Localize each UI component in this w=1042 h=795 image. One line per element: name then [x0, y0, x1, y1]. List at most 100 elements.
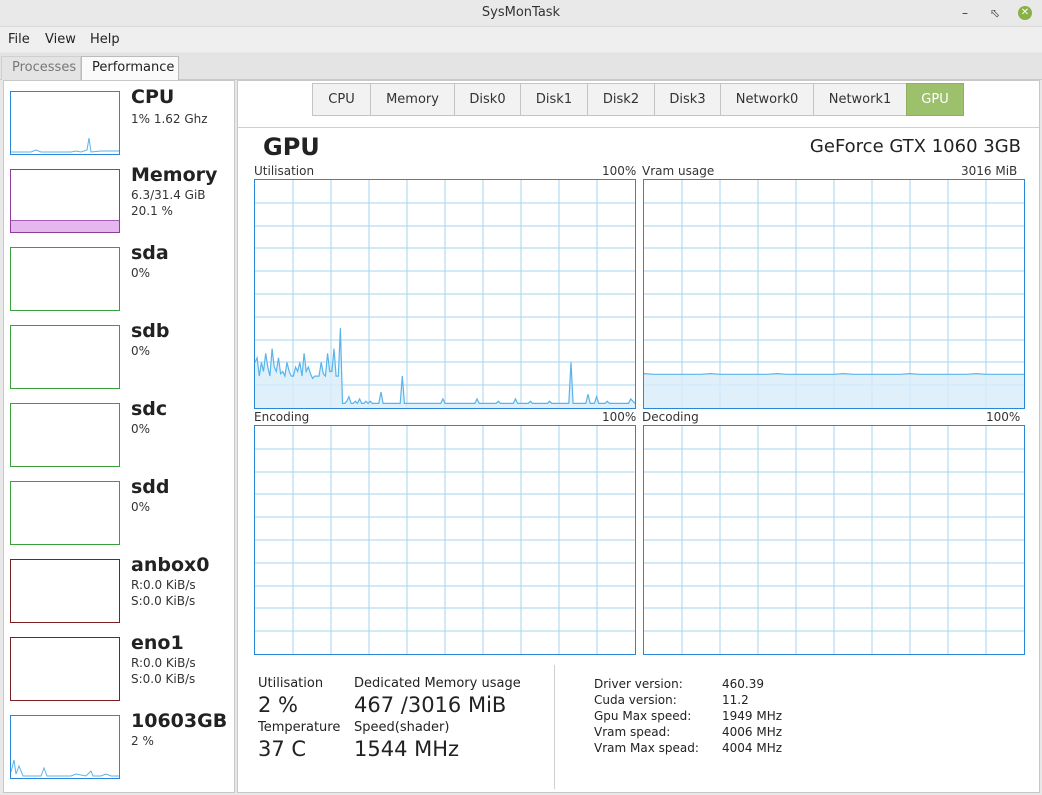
eno1-mini-graph: [10, 637, 120, 701]
vram-speed-label: Vram spead:: [594, 725, 671, 739]
utilisation-stat-label: Utilisation: [258, 676, 324, 691]
minimize-icon[interactable]: –: [954, 2, 976, 24]
vram-graph-max: 3016 MiB: [961, 164, 1018, 178]
utilisation-grid: [255, 180, 635, 408]
tab-gpu[interactable]: GPU: [906, 83, 964, 116]
sdc-usage: 0%: [131, 422, 151, 436]
close-button[interactable]: ✕: [1013, 2, 1035, 24]
dedicated-memory-label: Dedicated Memory usage: [354, 676, 521, 691]
menu-bar: File View Help: [0, 27, 1042, 52]
memory-usage-fill: [11, 220, 119, 232]
sidebar-item-eno1[interactable]: eno1 R:0.0 KiB/s S:0.0 KiB/s: [10, 629, 232, 701]
tab-cpu[interactable]: CPU: [312, 83, 370, 116]
driver-version-value: 460.39: [722, 677, 764, 691]
sidebar-item-sdd[interactable]: sdd 0%: [10, 473, 232, 545]
gpu-sidebar-name: 10603GB: [131, 710, 228, 732]
tab-disk3[interactable]: Disk3: [654, 83, 720, 116]
title-bar: SysMonTask – ⬁ ✕: [0, 0, 1042, 27]
gpu-max-speed-value: 1949 MHz: [722, 709, 783, 723]
decoding-graph: [643, 425, 1025, 655]
tab-disk2[interactable]: Disk2: [587, 83, 654, 116]
encoding-graph: [254, 425, 636, 655]
sda-usage: 0%: [131, 266, 151, 280]
sdc-mini-graph: [10, 403, 120, 467]
menu-help[interactable]: Help: [90, 32, 120, 47]
decoding-graph-label: Decoding: [642, 410, 699, 424]
vram-usage-graph: [643, 179, 1025, 409]
gpu-title: GPU: [263, 133, 320, 161]
device-tabs: CPU Memory Disk0 Disk1 Disk2 Disk3 Netwo…: [312, 83, 964, 116]
memory-amount: 6.3/31.4 GiB: [131, 188, 206, 202]
sidebar-item-sdb[interactable]: sdb 0%: [10, 317, 232, 389]
utilisation-graph-max: 100%: [602, 164, 637, 178]
tab-memory[interactable]: Memory: [370, 83, 454, 116]
sidebar-item-anbox0[interactable]: anbox0 R:0.0 KiB/s S:0.0 KiB/s: [10, 551, 232, 623]
tab-network1[interactable]: Network1: [813, 83, 906, 116]
sdb-usage: 0%: [131, 344, 151, 358]
sidebar-item-sdc[interactable]: sdc 0%: [10, 395, 232, 467]
device-sidebar: CPU 1% 1.62 Ghz Memory 6.3/31.4 GiB 20.1…: [3, 80, 235, 793]
shader-speed-value: 1544 MHz: [354, 737, 460, 761]
gpu-mini-graph-line: [10, 759, 119, 777]
anbox0-mini-graph: [10, 559, 120, 623]
sdb-mini-graph: [10, 325, 120, 389]
performance-panel: CPU Memory Disk0 Disk1 Disk2 Disk3 Netwo…: [237, 80, 1040, 793]
vram-trace-fill: [644, 373, 1024, 408]
dedicated-memory-value: 467 /3016 MiB: [354, 693, 507, 717]
sidebar-item-memory[interactable]: Memory 6.3/31.4 GiB 20.1 %: [10, 161, 232, 233]
sda-mini-graph: [10, 247, 120, 311]
decoding-graph-max: 100%: [986, 410, 1021, 424]
sda-name: sda: [131, 242, 169, 264]
tab-disk1[interactable]: Disk1: [520, 83, 587, 116]
tab-processes[interactable]: Processes: [1, 56, 81, 80]
memory-mini-graph: [10, 169, 120, 233]
cuda-version-label: Cuda version:: [594, 693, 677, 707]
close-icon[interactable]: ✕: [1018, 6, 1032, 20]
eno1-receive: R:0.0 KiB/s: [131, 656, 196, 670]
temperature-stat-label: Temperature: [258, 720, 341, 735]
sdd-mini-graph: [10, 481, 120, 545]
encoding-grid: [255, 426, 635, 654]
anbox0-name: anbox0: [131, 554, 210, 576]
encoding-graph-label: Encoding: [254, 410, 310, 424]
header-divider: [238, 127, 1039, 128]
anbox0-receive: R:0.0 KiB/s: [131, 578, 196, 592]
utilisation-stat-value: 2 %: [258, 693, 298, 717]
vram-graph-label: Vram usage: [642, 164, 715, 178]
window-title: SysMonTask: [481, 5, 561, 20]
sidebar-item-sda[interactable]: sda 0%: [10, 239, 232, 311]
sdb-name: sdb: [131, 320, 170, 342]
cuda-version-value: 11.2: [722, 693, 749, 707]
vram-speed-value: 4006 MHz: [722, 725, 783, 739]
sidebar-item-gpu[interactable]: 10603GB 2 %: [10, 707, 232, 779]
tab-network0[interactable]: Network0: [720, 83, 813, 116]
cpu-name: CPU: [131, 86, 175, 108]
utilisation-graph: [254, 179, 636, 409]
eno1-name: eno1: [131, 632, 184, 654]
tab-performance[interactable]: Performance: [81, 56, 179, 81]
anbox0-send: S:0.0 KiB/s: [131, 594, 196, 608]
temperature-stat-value: 37 C: [258, 737, 307, 761]
maximize-icon[interactable]: ⬁: [984, 2, 1006, 24]
cpu-usage: 1% 1.62 Ghz: [131, 112, 208, 126]
eno1-send: S:0.0 KiB/s: [131, 672, 196, 686]
vram-trace-line: [644, 372, 1024, 375]
vram-grid: [644, 180, 1024, 408]
sidebar-item-cpu[interactable]: CPU 1% 1.62 Ghz: [10, 83, 232, 155]
sdd-usage: 0%: [131, 500, 151, 514]
cpu-mini-graph: [10, 91, 120, 155]
gpu-sidebar-usage: 2 %: [131, 734, 154, 748]
tab-disk0[interactable]: Disk0: [454, 83, 520, 116]
gpu-max-speed-label: Gpu Max speed:: [594, 709, 692, 723]
menu-view[interactable]: View: [45, 32, 76, 47]
shader-speed-label: Speed(shader): [354, 720, 450, 735]
utilisation-graph-label: Utilisation: [254, 164, 315, 178]
decoding-grid: [644, 426, 1024, 654]
sdc-name: sdc: [131, 398, 168, 420]
memory-name: Memory: [131, 164, 218, 186]
vram-max-speed-value: 4004 MHz: [722, 741, 783, 755]
menu-file[interactable]: File: [8, 32, 30, 47]
stats-divider: [554, 665, 555, 789]
sdd-name: sdd: [131, 476, 170, 498]
driver-version-label: Driver version:: [594, 677, 683, 691]
